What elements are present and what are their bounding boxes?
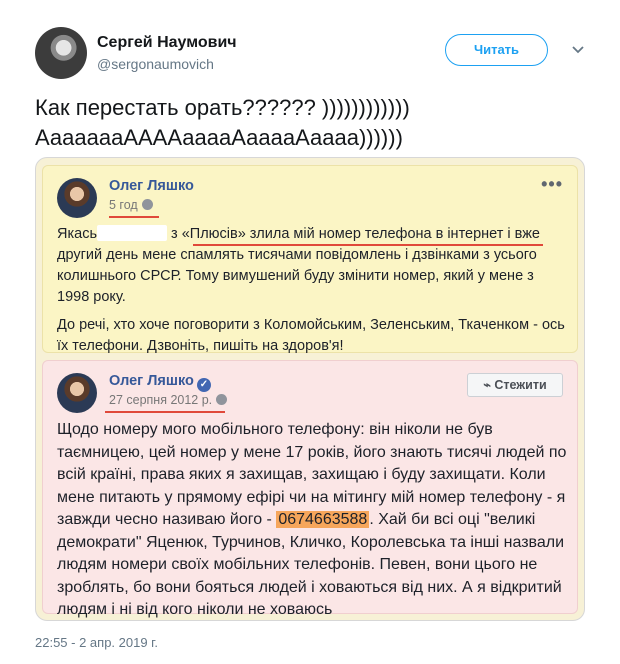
post-author-name-text: Олег Ляшко <box>109 373 194 389</box>
follow-button[interactable]: Читать <box>445 34 548 66</box>
phone-number: 0674663588 <box>276 511 370 528</box>
redacted-block <box>97 225 168 241</box>
avatar[interactable] <box>35 27 87 79</box>
underline-mark <box>105 411 225 413</box>
tweet-image[interactable]: Олег Ляшко 5 год ••• Якась з «Плюсів» зл… <box>35 157 585 621</box>
post-time-text: 5 год <box>109 198 138 212</box>
rss-icon: ⌁ <box>483 378 495 392</box>
post-text-start: Якась <box>57 226 98 242</box>
globe-icon <box>141 199 153 210</box>
post-paragraph-2: До речі, хто хоче поговорити з Коломойсь… <box>57 317 565 354</box>
post-author-name: Олег Ляшко <box>109 178 194 194</box>
post-author-avatar <box>57 178 97 218</box>
verified-icon: ✓ <box>196 378 211 392</box>
chevron-down-icon[interactable] <box>568 39 588 59</box>
post-paragraph-1: Якась з «Плюсів» злила мій номер телефон… <box>57 224 567 308</box>
globe-icon <box>216 394 228 405</box>
post-body: Щодо номеру мого мобільного телефону: ві… <box>57 419 567 620</box>
follow-page-button: ⌁ Стежити <box>467 373 563 397</box>
post-time: 27 серпня 2012 р. <box>109 393 228 407</box>
tweet-text: Как перестать орать?????? )))))))))))) А… <box>35 93 595 153</box>
tweet-timestamp[interactable]: 22:55 - 2 апр. 2019 г. <box>35 635 158 650</box>
post-time-text: 27 серпня 2012 р. <box>109 393 213 407</box>
follow-page-label: Стежити <box>494 378 547 392</box>
more-icon: ••• <box>541 174 563 194</box>
facebook-post-2012: Олег Ляшко ✓ 27 серпня 2012 р. ⌁ Стежити … <box>42 360 578 618</box>
author-name[interactable]: Сергей Наумович <box>97 34 237 52</box>
author-handle[interactable]: @sergonaumovich <box>97 56 214 72</box>
facebook-post-recent: Олег Ляшко 5 год ••• Якась з «Плюсів» зл… <box>42 165 578 354</box>
underline-mark <box>193 244 543 246</box>
underline-mark <box>109 216 159 218</box>
post-author-name: Олег Ляшко ✓ <box>109 373 211 392</box>
tweet-line-2: АааааааААААааааАааааАаааа)))))) <box>35 125 403 150</box>
tweet-header: Сергей Наумович @sergonaumovich Читать <box>35 27 595 79</box>
post-author-avatar <box>57 373 97 413</box>
post-time: 5 год <box>109 198 153 212</box>
tweet-line-1: Как перестать орать?????? )))))))))))) <box>35 95 410 120</box>
